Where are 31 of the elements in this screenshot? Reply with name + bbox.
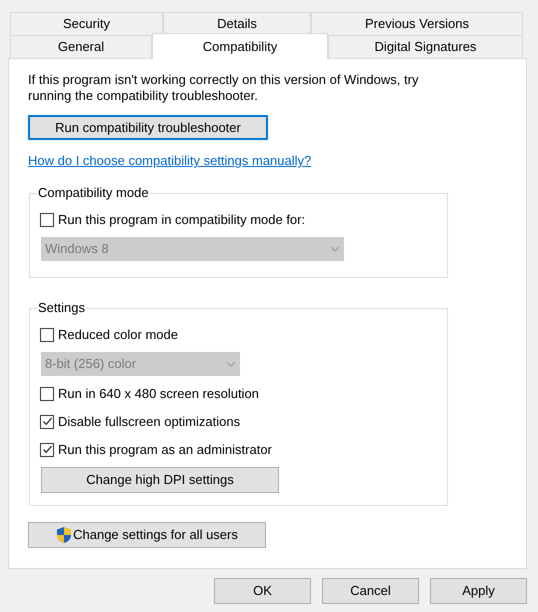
dialog-button[interactable]: Cancel <box>322 578 419 604</box>
chevron-down-icon <box>330 246 340 252</box>
check-icon <box>42 444 52 455</box>
tab[interactable]: Previous Versions <box>311 12 523 35</box>
dialog-button[interactable]: OK <box>214 578 311 604</box>
checkbox-label: Run in 640 x 480 screen resolution <box>58 384 259 403</box>
dialog-button[interactable]: Apply <box>430 578 527 604</box>
tab[interactable]: Details <box>163 12 311 35</box>
group-title: Settings <box>37 300 86 316</box>
help-link[interactable]: How do I choose compatibility settings manually? <box>28 151 312 170</box>
tab[interactable]: General <box>10 35 152 58</box>
dpi-settings-button[interactable]: Change high DPI settings <box>41 466 279 492</box>
checkbox-label: Run this program as an administrator <box>58 440 272 459</box>
shield-icon <box>56 526 72 544</box>
tab[interactable]: Digital Signatures <box>328 35 523 58</box>
checkbox[interactable] <box>40 442 54 456</box>
troubleshooter-button[interactable]: Run compatibility troubleshooter <box>28 115 268 140</box>
check-icon <box>42 416 52 427</box>
tab[interactable]: Compatibility <box>152 33 328 59</box>
checkbox-label: Disable fullscreen optimizations <box>58 412 240 431</box>
checkbox[interactable] <box>40 414 54 428</box>
checkbox[interactable] <box>40 212 54 226</box>
group-title: Compatibility mode <box>37 184 150 200</box>
intro-text: If this program isn't working correctly on this version of Windows, try running the compatibility troubleshooter. <box>28 72 420 104</box>
chevron-down-icon <box>226 360 236 366</box>
checkbox-label: Reduced color mode <box>58 326 178 344</box>
tab[interactable]: Security <box>10 12 163 35</box>
checkbox-label: Run this program in compatibility mode for: <box>58 210 306 229</box>
checkbox[interactable] <box>40 386 54 400</box>
all-users-button[interactable]: Change settings for all users <box>28 522 266 548</box>
checkbox[interactable] <box>40 328 54 342</box>
